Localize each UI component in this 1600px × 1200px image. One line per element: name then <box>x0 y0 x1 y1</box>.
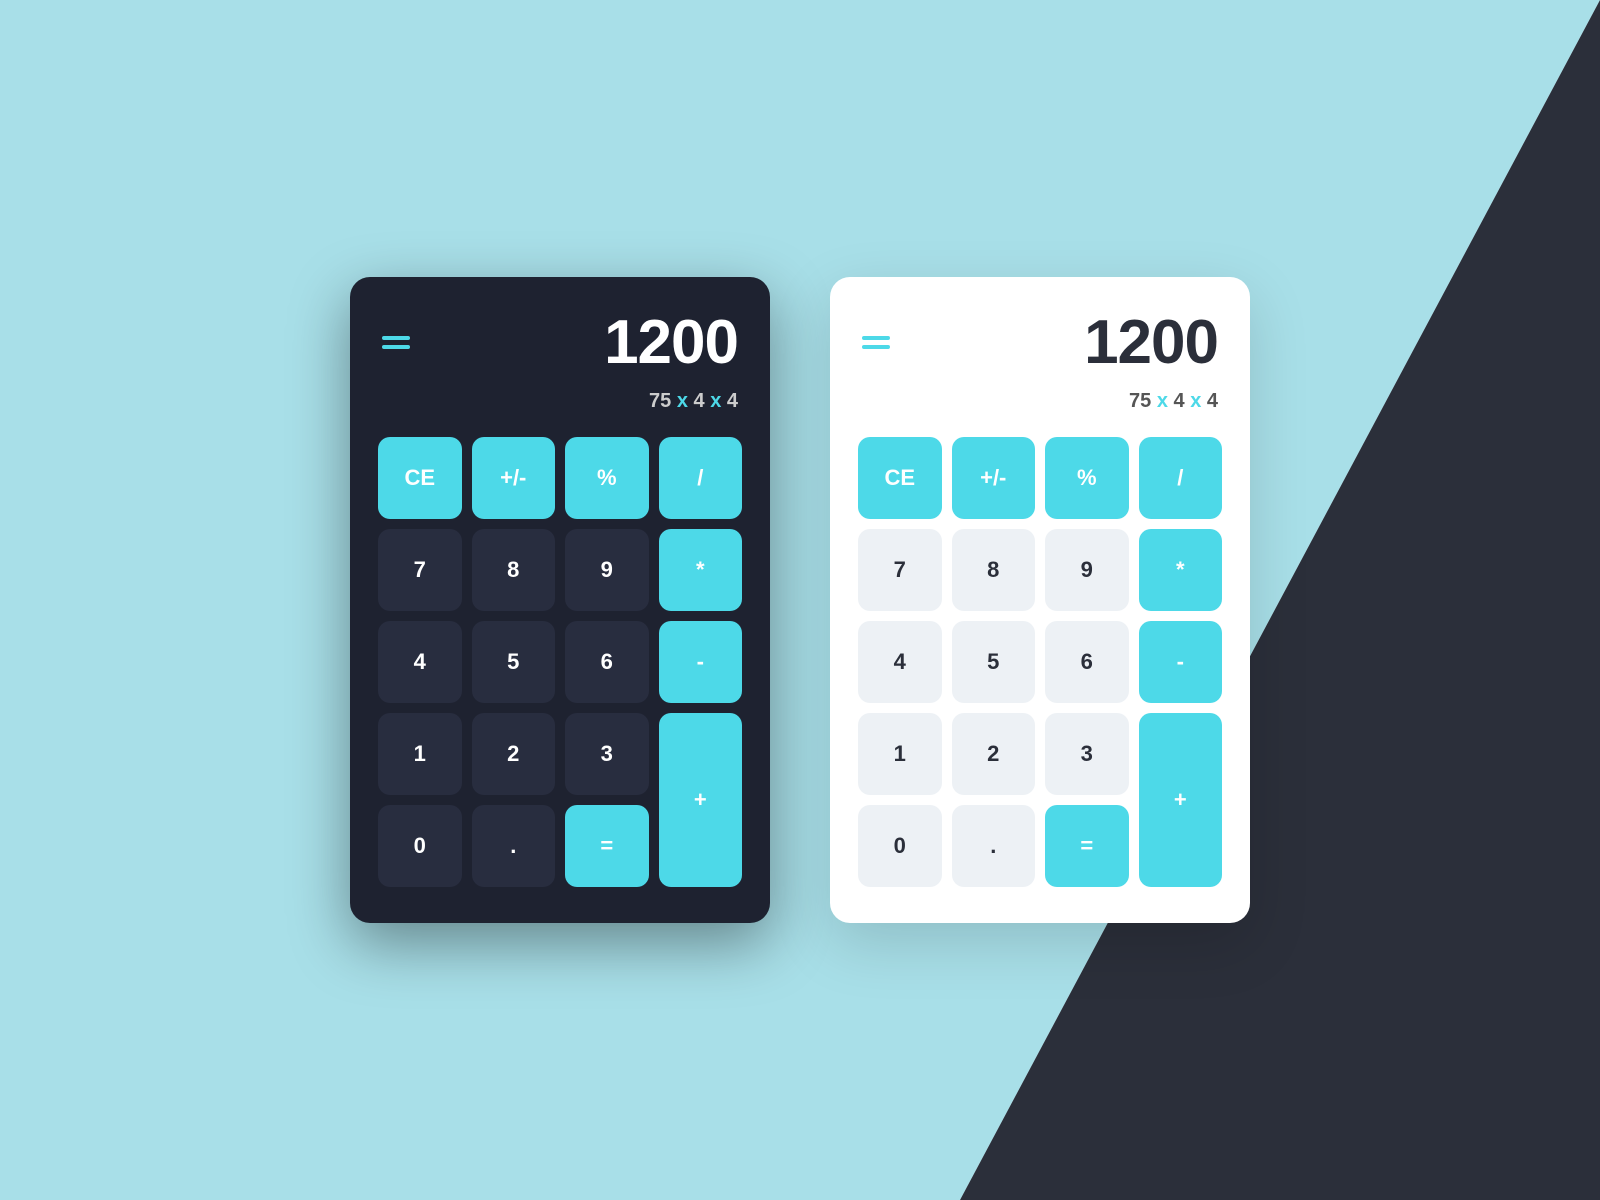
key-minus[interactable]: - <box>659 621 743 703</box>
key-four[interactable]: 4 <box>858 621 942 703</box>
key-six[interactable]: 6 <box>1045 621 1129 703</box>
key-percent[interactable]: % <box>1045 437 1129 519</box>
light-calc-header: 1200 <box>858 307 1222 378</box>
key-plus-minus[interactable]: +/- <box>472 437 556 519</box>
key-zero[interactable]: 0 <box>378 805 462 887</box>
key-minus[interactable]: - <box>1139 621 1223 703</box>
key-five[interactable]: 5 <box>952 621 1036 703</box>
light-keypad: CE+/-%/ 789* 456- 123+0.= <box>858 437 1222 887</box>
dark-calculator: 1200 75 x 4 x 4 CE+/-%/ 789* 456- 123+0.= <box>350 277 770 923</box>
key-plus[interactable]: + <box>1139 713 1223 887</box>
key-equals[interactable]: = <box>1045 805 1129 887</box>
dark-x2: x <box>710 390 721 412</box>
key-nine[interactable]: 9 <box>565 529 649 611</box>
key-seven[interactable]: 7 <box>858 529 942 611</box>
key-eight[interactable]: 8 <box>472 529 556 611</box>
key-ce[interactable]: CE <box>378 437 462 519</box>
light-menu-icon[interactable] <box>862 336 890 349</box>
dark-calc-header: 1200 <box>378 307 742 378</box>
key-divide[interactable]: / <box>1139 437 1223 519</box>
key-nine[interactable]: 9 <box>1045 529 1129 611</box>
key-dot[interactable]: . <box>952 805 1036 887</box>
key-multiply[interactable]: * <box>1139 529 1223 611</box>
menu-bar-2 <box>382 345 410 349</box>
dark-menu-icon[interactable] <box>382 336 410 349</box>
light-calculator: 1200 75 x 4 x 4 CE+/-%/ 789* 456- 123+0.= <box>830 277 1250 923</box>
menu-bar-1 <box>382 336 410 340</box>
dark-display-value: 1200 <box>604 307 738 378</box>
key-one[interactable]: 1 <box>858 713 942 795</box>
key-percent[interactable]: % <box>565 437 649 519</box>
key-plus[interactable]: + <box>659 713 743 887</box>
key-two[interactable]: 2 <box>952 713 1036 795</box>
light-x1: x <box>1157 390 1168 412</box>
key-four[interactable]: 4 <box>378 621 462 703</box>
light-display-expression: 75 x 4 x 4 <box>858 390 1222 413</box>
dark-keypad: CE+/-%/ 789* 456- 123+0.= <box>378 437 742 887</box>
key-one[interactable]: 1 <box>378 713 462 795</box>
key-zero[interactable]: 0 <box>858 805 942 887</box>
dark-display-expression: 75 x 4 x 4 <box>378 390 742 413</box>
key-multiply[interactable]: * <box>659 529 743 611</box>
key-plus-minus[interactable]: +/- <box>952 437 1036 519</box>
key-two[interactable]: 2 <box>472 713 556 795</box>
key-three[interactable]: 3 <box>1045 713 1129 795</box>
key-six[interactable]: 6 <box>565 621 649 703</box>
key-seven[interactable]: 7 <box>378 529 462 611</box>
calculators-wrapper: 1200 75 x 4 x 4 CE+/-%/789*456-123+0.= 1… <box>350 277 1250 923</box>
key-equals[interactable]: = <box>565 805 649 887</box>
key-five[interactable]: 5 <box>472 621 556 703</box>
light-display-value: 1200 <box>1084 307 1218 378</box>
key-ce[interactable]: CE <box>858 437 942 519</box>
key-eight[interactable]: 8 <box>952 529 1036 611</box>
light-x2: x <box>1190 390 1201 412</box>
menu-bar-2 <box>862 345 890 349</box>
key-three[interactable]: 3 <box>565 713 649 795</box>
key-dot[interactable]: . <box>472 805 556 887</box>
menu-bar-1 <box>862 336 890 340</box>
key-divide[interactable]: / <box>659 437 743 519</box>
dark-x1: x <box>677 390 688 412</box>
